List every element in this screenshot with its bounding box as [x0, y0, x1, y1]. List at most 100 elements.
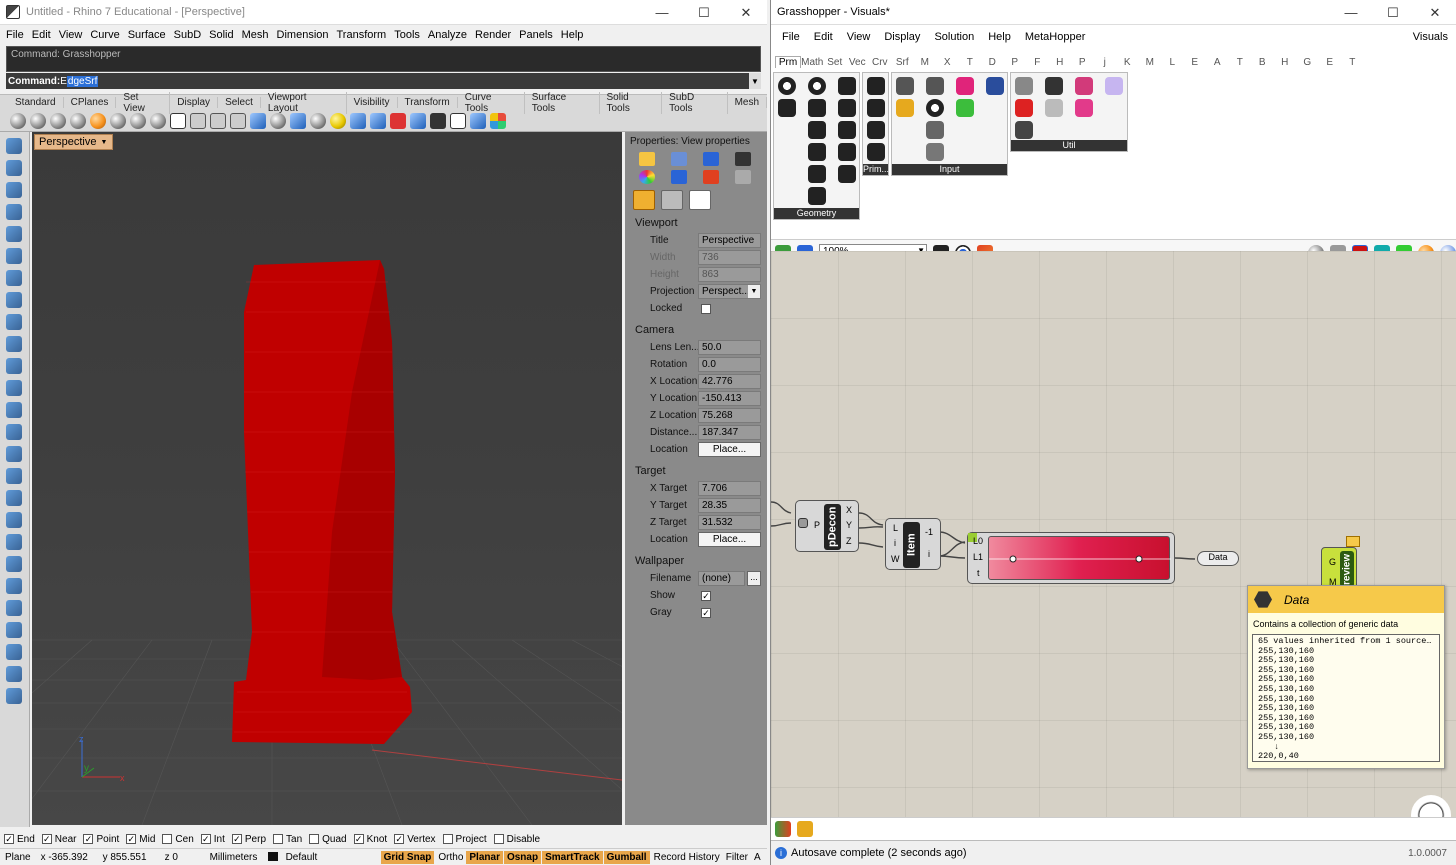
mouse-left-icon[interactable]	[210, 112, 226, 129]
pdecon-component[interactable]: P pDecon X Y Z	[795, 500, 859, 552]
osnap-knot[interactable]: ✓ Knot	[353, 834, 387, 845]
bomb-icon[interactable]	[1075, 77, 1093, 95]
circle-icon[interactable]	[6, 226, 22, 242]
record-history-toggle[interactable]: Record History	[651, 851, 723, 864]
gh-tab-11[interactable]: F	[1026, 57, 1049, 68]
arrow-outline-icon[interactable]	[1045, 99, 1063, 117]
x-location-field[interactable]: 42.776	[698, 374, 761, 389]
osnap-int[interactable]: ✓ Int	[200, 834, 225, 845]
render-sphere-icon[interactable]	[90, 112, 106, 129]
cherry-icon[interactable]	[1015, 99, 1033, 117]
color-grid-icon[interactable]	[490, 112, 506, 129]
gh-menu-item-1[interactable]: Edit	[807, 31, 840, 43]
osnap-tan[interactable]: Tan	[273, 834, 302, 845]
osnap-point[interactable]: ✓ Point	[83, 834, 119, 845]
osnap-toggle[interactable]: Osnap	[503, 850, 542, 864]
pdecon-output-y[interactable]: Y	[846, 520, 852, 530]
vector-param-icon[interactable]	[838, 165, 856, 183]
osnap-checkbox[interactable]	[273, 834, 284, 844]
named-views-icon[interactable]	[350, 112, 366, 129]
field-param-icon[interactable]	[838, 99, 856, 117]
gradient-input-l1[interactable]: L1	[973, 552, 983, 562]
gh-tab-13[interactable]: P	[1071, 57, 1094, 68]
toolbar-tab-12[interactable]: Mesh	[728, 97, 767, 108]
list-icon[interactable]	[926, 143, 944, 161]
locked-checkbox[interactable]	[701, 303, 711, 314]
point-icon[interactable]	[6, 160, 22, 176]
sun-icon[interactable]	[310, 112, 326, 129]
gh-menu-item-3[interactable]: Display	[877, 31, 927, 43]
filter-toggle[interactable]: Filter	[723, 851, 751, 864]
light-icon[interactable]	[330, 112, 346, 129]
menu-item-3[interactable]: Curve	[88, 29, 125, 41]
brep-param-icon[interactable]	[778, 99, 796, 117]
gh-tab-1[interactable]: Math	[801, 57, 824, 68]
gh-tab-2[interactable]: Set	[824, 57, 847, 68]
osnap-perp[interactable]: ✓ Perp	[231, 834, 266, 845]
array-icon[interactable]	[6, 556, 22, 572]
osnap-checkbox[interactable]	[162, 834, 173, 844]
menu-item-7[interactable]: Mesh	[240, 29, 275, 41]
osnap-checkbox[interactable]: ✓	[200, 834, 211, 844]
menu-item-9[interactable]: Transform	[335, 29, 393, 41]
box-icon[interactable]	[450, 112, 466, 129]
menu-item-8[interactable]: Dimension	[275, 29, 335, 41]
osnap-checkbox[interactable]: ✓	[231, 834, 242, 844]
toolbar-tab-7[interactable]: Transform	[398, 97, 458, 108]
minimize-button[interactable]: —	[641, 0, 683, 25]
number-param-icon[interactable]	[867, 121, 885, 139]
block-icon[interactable]	[470, 112, 486, 129]
render-icon[interactable]	[6, 600, 22, 616]
toolbar-tab-8[interactable]: Curve Tools	[458, 91, 525, 114]
save-input-icon[interactable]	[926, 77, 944, 95]
menu-item-6[interactable]: Solid	[207, 29, 239, 41]
gh-menu-item-5[interactable]: Help	[981, 31, 1018, 43]
select-arrow-icon[interactable]	[6, 138, 22, 154]
swatch-icon[interactable]	[956, 77, 974, 95]
toolbar-tab-0[interactable]: Standard	[8, 97, 64, 108]
osnap-mid[interactable]: ✓ Mid	[126, 834, 155, 845]
item-output-last[interactable]: -1	[925, 527, 933, 537]
arrow-right-icon[interactable]	[1045, 77, 1063, 95]
distance-field[interactable]: 187.347	[698, 425, 761, 440]
viewport-menu-chevron-icon[interactable]: ▼	[100, 139, 107, 146]
osnap-checkbox[interactable]	[309, 834, 320, 844]
color-wheel-icon[interactable]	[639, 170, 655, 184]
gh-document-label[interactable]: Visuals	[1406, 31, 1456, 43]
gh-close-button[interactable]: ✕	[1414, 0, 1456, 25]
y-target-field[interactable]: 28.35	[698, 498, 761, 513]
gh-tab-21[interactable]: B	[1251, 57, 1274, 68]
tree-icon[interactable]	[1015, 121, 1033, 139]
mouse-right-icon[interactable]	[230, 112, 246, 129]
surface-icon[interactable]	[6, 336, 22, 352]
light-tab-icon[interactable]	[661, 190, 683, 210]
moon-icon[interactable]	[1105, 77, 1123, 95]
osnap-checkbox[interactable]: ✓	[4, 834, 14, 844]
gh-tab-8[interactable]: T	[959, 57, 982, 68]
named-cplanes-icon[interactable]	[370, 112, 386, 129]
item-input-w[interactable]: W	[891, 554, 900, 564]
analyze-icon[interactable]	[6, 578, 22, 594]
freeform-icon[interactable]	[6, 314, 22, 330]
curve-param-icon[interactable]	[808, 99, 826, 117]
snapshots-icon[interactable]	[410, 112, 426, 129]
transform-icon[interactable]	[6, 534, 22, 550]
integer-param-icon[interactable]	[867, 99, 885, 117]
point-param-icon[interactable]	[838, 143, 856, 161]
gradient-input-l0[interactable]: L0	[973, 536, 983, 546]
menu-item-1[interactable]: Edit	[30, 29, 57, 41]
osnap-checkbox[interactable]: ✓	[83, 834, 94, 844]
knob-icon[interactable]	[926, 99, 944, 117]
boolean-param-icon[interactable]	[867, 77, 885, 95]
gh-tab-16[interactable]: M	[1139, 57, 1162, 68]
environment-icon[interactable]	[270, 112, 286, 129]
flask-icon[interactable]	[1075, 99, 1093, 117]
dimension-icon[interactable]	[6, 512, 22, 528]
gh-tab-12[interactable]: H	[1049, 57, 1072, 68]
ghosted-sphere-icon[interactable]	[70, 112, 86, 129]
gh-tab-25[interactable]: T	[1341, 57, 1364, 68]
cylinder-icon[interactable]	[6, 424, 22, 440]
command-line[interactable]: Command: EdgeSrf ▼	[6, 73, 761, 89]
osnap-checkbox[interactable]	[493, 834, 504, 844]
gumball-toggle[interactable]: Gumball	[603, 850, 650, 864]
